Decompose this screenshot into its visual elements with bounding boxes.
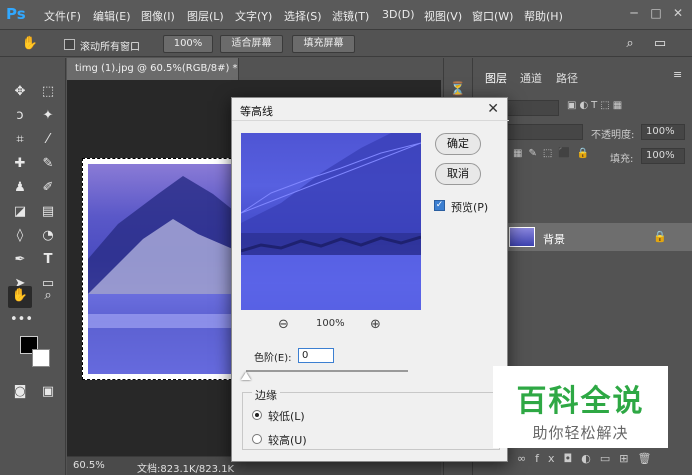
hand-tool-active-icon[interactable]: ✋ bbox=[8, 286, 32, 308]
search-icon[interactable]: ⌕ bbox=[620, 34, 640, 54]
zoom-readout[interactable]: 60.5% bbox=[73, 460, 105, 471]
preview-zoom-readout: 100% bbox=[316, 318, 345, 329]
fill-screen-button[interactable]: 填充屏幕 bbox=[292, 35, 355, 53]
app-logo: Ps bbox=[6, 5, 26, 23]
edge-lower-radio[interactable] bbox=[252, 410, 262, 420]
eraser-tool-icon[interactable]: ◪ bbox=[10, 202, 30, 222]
menu-3d[interactable]: 3D(D) bbox=[382, 8, 415, 21]
lock-icon: 🔒 bbox=[653, 230, 667, 243]
title-divider bbox=[232, 120, 509, 121]
stamp-tool-icon[interactable]: ♟ bbox=[10, 178, 30, 198]
edge-upper-label: 较高(U) bbox=[268, 434, 307, 447]
close-window-icon[interactable]: ✕ bbox=[670, 5, 686, 21]
options-bar: ✋ 滚动所有窗口 100% 适合屏幕 填充屏幕 ⌕ ▭ bbox=[0, 31, 692, 57]
dialog-title: 等高线 bbox=[240, 105, 273, 118]
blur-tool-icon[interactable]: ◊ bbox=[10, 226, 30, 246]
menu-edit[interactable]: 编辑(E) bbox=[93, 8, 131, 24]
preview-art bbox=[241, 133, 421, 310]
opacity-label: 不透明度: bbox=[591, 130, 635, 141]
zoom-in-icon[interactable]: ⊕ bbox=[370, 317, 381, 332]
panel-menu-icon[interactable]: ≡ bbox=[673, 68, 682, 81]
zoom-tool-icon[interactable]: ⌕ bbox=[38, 286, 58, 306]
history-brush-icon[interactable]: ✐ bbox=[38, 178, 58, 198]
menu-bar: Ps 文件(F) 编辑(E) 图像(I) 图层(L) 文字(Y) 选择(S) 滤… bbox=[0, 0, 692, 30]
hand-tool-icon[interactable]: ✋ bbox=[20, 34, 40, 54]
menu-select[interactable]: 选择(S) bbox=[284, 8, 322, 24]
edge-upper-radio[interactable] bbox=[252, 434, 262, 444]
marquee-tool-icon[interactable]: ⬚ bbox=[38, 82, 58, 102]
fill-field[interactable]: 100% bbox=[641, 148, 685, 164]
menu-filter[interactable]: 滤镜(T) bbox=[332, 8, 369, 24]
lock-icons[interactable]: ▦✎⬚⬛🔒 bbox=[513, 148, 595, 159]
edge-title: 边缘 bbox=[252, 387, 280, 403]
scroll-all-label: 滚动所有窗口 bbox=[80, 42, 140, 53]
zoom-100-button[interactable]: 100% bbox=[163, 35, 213, 53]
magic-wand-icon[interactable]: ✦ bbox=[38, 106, 58, 126]
move-tool-icon[interactable]: ✥ bbox=[10, 82, 30, 102]
menu-view[interactable]: 视图(V) bbox=[424, 8, 462, 24]
fit-screen-button[interactable]: 适合屏幕 bbox=[220, 35, 283, 53]
tools-panel: ✥ ⬚ ↄ ✦ ⌗ ⁄ ✚ ✎ ♟ ✐ ◪ ▤ ◊ ◔ ✒ T ➤ ▭ ✋ ⌕ … bbox=[0, 58, 66, 475]
crop-tool-icon[interactable]: ⌗ bbox=[10, 130, 30, 150]
fill-label: 填充: bbox=[610, 154, 634, 165]
eyedropper-icon[interactable]: ⁄ bbox=[38, 130, 58, 150]
screen-mode-icon[interactable]: ▣ bbox=[38, 382, 58, 402]
document-tab-title: timg (1).jpg @ 60.5%(RGB/8#) * bbox=[75, 63, 238, 74]
menu-window[interactable]: 窗口(W) bbox=[472, 8, 513, 24]
watermark-title: 百科全说 bbox=[516, 384, 645, 419]
doc-size-readout: 文档:823.1K/823.1K bbox=[137, 464, 235, 475]
layer-name: 背景 bbox=[543, 233, 565, 246]
more-tools-icon[interactable]: ••• bbox=[10, 310, 33, 330]
levels-label: 色阶(E): bbox=[254, 353, 292, 364]
maximize-icon[interactable]: □ bbox=[648, 5, 664, 21]
preview-label: 预览(P) bbox=[451, 201, 489, 214]
zoom-out-icon[interactable]: ⊖ bbox=[278, 317, 289, 332]
lasso-tool-icon[interactable]: ↄ bbox=[10, 106, 30, 126]
scroll-all-checkbox[interactable] bbox=[64, 39, 75, 50]
layer-actions-icons[interactable]: ∞fx◘◐▭⊞🗑 bbox=[517, 452, 660, 465]
document-tab[interactable]: timg (1).jpg @ 60.5%(RGB/8#) * bbox=[67, 58, 239, 80]
background-color-swatch[interactable] bbox=[32, 349, 50, 367]
opacity-field[interactable]: 100% bbox=[641, 124, 685, 140]
ok-button[interactable]: 确定 bbox=[435, 133, 481, 155]
tab-layers[interactable]: 图层 bbox=[485, 70, 507, 86]
contour-dialog: 等高线 ✕ 确定 取消 ✓ 预览(P) ⊖ 100% ⊕ 色阶(E): 0 边缘… bbox=[231, 97, 509, 462]
levels-slider-track[interactable] bbox=[246, 370, 408, 372]
preview-checkbox[interactable]: ✓ bbox=[434, 200, 445, 211]
quick-mask-icon[interactable]: ◙ bbox=[10, 382, 30, 402]
menu-image[interactable]: 图像(I) bbox=[141, 8, 175, 24]
menu-help[interactable]: 帮助(H) bbox=[524, 8, 563, 24]
healing-brush-icon[interactable]: ✚ bbox=[10, 154, 30, 174]
menu-type[interactable]: 文字(Y) bbox=[235, 8, 272, 24]
cancel-button[interactable]: 取消 bbox=[435, 163, 481, 185]
gradient-tool-icon[interactable]: ▤ bbox=[38, 202, 58, 222]
filter-preview[interactable] bbox=[241, 133, 421, 310]
pen-tool-icon[interactable]: ✒ bbox=[10, 250, 30, 270]
workspace-icon[interactable]: ▭ bbox=[650, 34, 670, 54]
minimize-icon[interactable]: ─ bbox=[626, 5, 642, 21]
menu-file[interactable]: 文件(F) bbox=[44, 8, 81, 24]
dialog-close-icon[interactable]: ✕ bbox=[487, 101, 499, 117]
levels-slider-thumb[interactable] bbox=[241, 372, 251, 380]
type-tool-icon[interactable]: T bbox=[38, 250, 58, 270]
levels-input[interactable]: 0 bbox=[298, 348, 334, 363]
tab-paths[interactable]: 路径 bbox=[556, 70, 578, 86]
watermark-subtitle: 助你轻松解决 bbox=[532, 424, 629, 442]
tab-channels[interactable]: 通道 bbox=[520, 70, 542, 86]
edge-lower-label: 较低(L) bbox=[268, 410, 305, 423]
menu-layer[interactable]: 图层(L) bbox=[187, 8, 224, 24]
watermark: 百科全说 助你轻松解决 bbox=[493, 366, 668, 448]
brush-tool-icon[interactable]: ✎ bbox=[38, 154, 58, 174]
layer-thumbnail bbox=[509, 227, 535, 247]
filter-icons[interactable]: ▣◐T⬚▦ bbox=[567, 100, 625, 111]
dodge-tool-icon[interactable]: ◔ bbox=[38, 226, 58, 246]
